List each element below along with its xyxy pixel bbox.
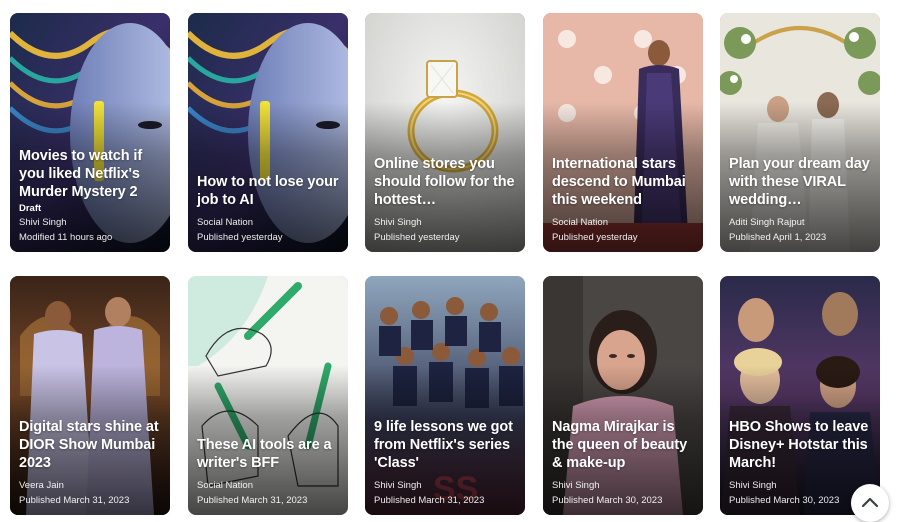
card-info: Nagma Mirajkar is the queen of beauty & … (552, 418, 697, 507)
card-author: Aditi Singh Rajput (729, 217, 805, 228)
card-title[interactable]: HBO Shows to leave Disney+ Hotstar this … (729, 418, 874, 472)
card-author: Shivi Singh (729, 480, 777, 491)
card-author: Shivi Singh (552, 480, 600, 491)
story-card[interactable]: These AI tools are a writer's BFF Social… (188, 276, 348, 515)
card-title[interactable]: These AI tools are a writer's BFF (197, 436, 342, 472)
card-status: Published April 1, 2023 (729, 232, 827, 243)
card-status: Published March 31, 2023 (197, 495, 308, 506)
card-info: These AI tools are a writer's BFF Social… (197, 436, 342, 507)
card-title[interactable]: International stars descend to Mumbai th… (552, 155, 697, 209)
card-title[interactable]: Online stores you should follow for the … (374, 155, 519, 209)
card-author: Social Nation (197, 480, 253, 491)
story-card[interactable]: Nagma Mirajkar is the queen of beauty & … (543, 276, 703, 515)
card-title[interactable]: How to not lose your job to AI (197, 173, 342, 209)
card-status: Published yesterday (374, 232, 460, 243)
story-card[interactable]: HBO Shows to leave Disney+ Hotstar this … (720, 276, 880, 515)
card-title[interactable]: Digital stars shine at DIOR Show Mumbai … (19, 418, 164, 472)
story-card[interactable]: Digital stars shine at DIOR Show Mumbai … (10, 276, 170, 515)
card-info: Movies to watch if you liked Netflix's M… (19, 147, 164, 244)
card-title[interactable]: Movies to watch if you liked Netflix's M… (19, 147, 164, 201)
card-status: Published yesterday (552, 232, 638, 243)
card-author: Shivi Singh (374, 217, 422, 228)
card-status: Published March 30, 2023 (552, 495, 663, 506)
story-card[interactable]: Movies to watch if you liked Netflix's M… (10, 13, 170, 252)
card-info: 9 life lessons we got from Netflix's ser… (374, 418, 519, 507)
chevron-up-icon (861, 497, 879, 508)
card-author: Veera Jain (19, 480, 64, 491)
card-status: Published March 31, 2023 (374, 495, 485, 506)
story-card[interactable]: International stars descend to Mumbai th… (543, 13, 703, 252)
scroll-to-top-button[interactable] (851, 484, 889, 522)
stories-grid: Movies to watch if you liked Netflix's M… (0, 0, 912, 522)
card-author: Social Nation (552, 217, 608, 228)
card-title[interactable]: 9 life lessons we got from Netflix's ser… (374, 418, 519, 472)
story-card[interactable]: SS 9 life lessons we got from Netflix's … (365, 276, 525, 515)
card-status: Published yesterday (197, 232, 283, 243)
card-status: Published March 31, 2023 (19, 495, 130, 506)
draft-badge: Draft (19, 203, 42, 214)
card-info: Digital stars shine at DIOR Show Mumbai … (19, 418, 164, 507)
card-info: Plan your dream day with these VIRAL wed… (729, 155, 874, 244)
story-card[interactable]: Plan your dream day with these VIRAL wed… (720, 13, 880, 252)
story-card[interactable]: How to not lose your job to AI Social Na… (188, 13, 348, 252)
card-info: Online stores you should follow for the … (374, 155, 519, 244)
card-status: Modified 11 hours ago (19, 232, 113, 243)
card-author: Shivi Singh (374, 480, 422, 491)
card-title[interactable]: Nagma Mirajkar is the queen of beauty & … (552, 418, 697, 472)
story-card[interactable]: Online stores you should follow for the … (365, 13, 525, 252)
card-info: How to not lose your job to AI Social Na… (197, 173, 342, 244)
card-author: Social Nation (197, 217, 253, 228)
card-info: International stars descend to Mumbai th… (552, 155, 697, 244)
card-title[interactable]: Plan your dream day with these VIRAL wed… (729, 155, 874, 209)
card-author: Shivi Singh (19, 217, 67, 228)
